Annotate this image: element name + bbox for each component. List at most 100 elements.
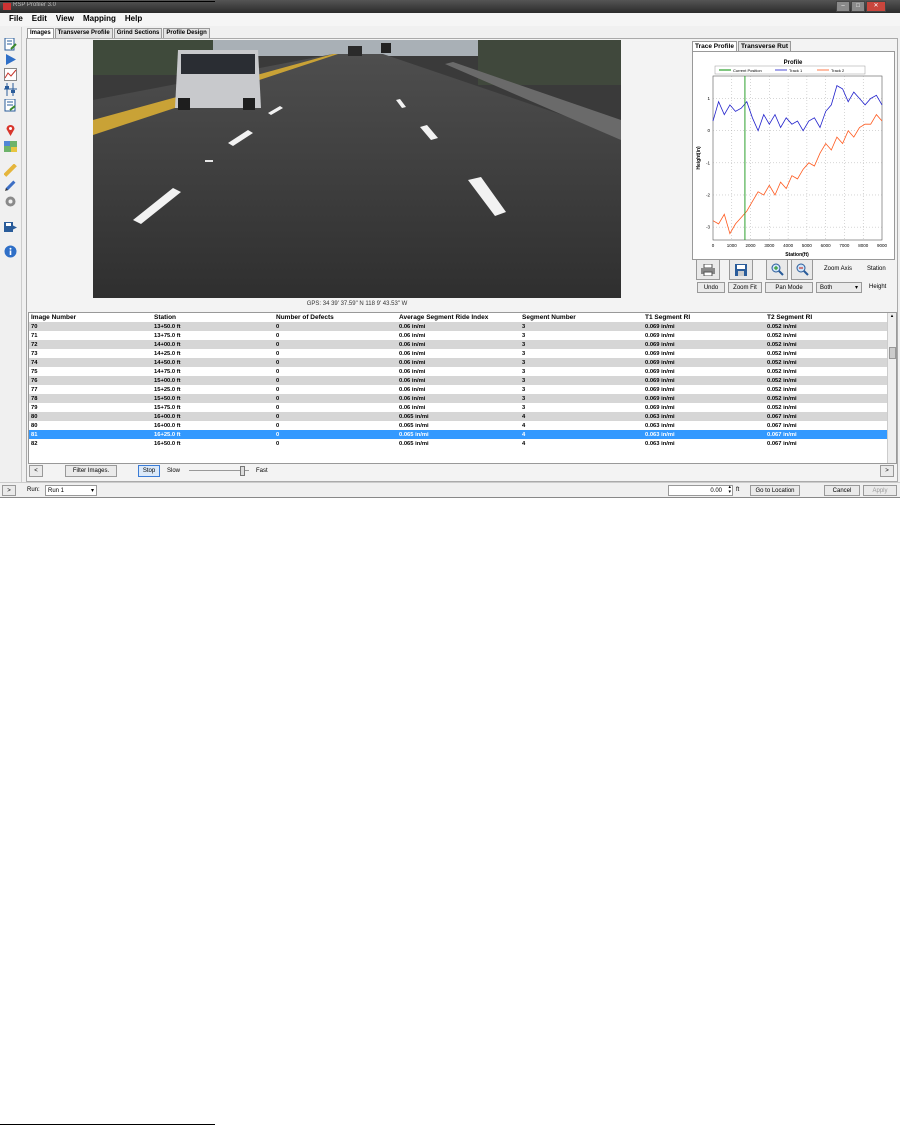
next-button[interactable]: > [880, 465, 894, 477]
cell-t2-segment-ri: 0.052 in/mi [765, 340, 887, 349]
cell-defects: 0 [274, 394, 397, 403]
scroll-up-icon[interactable]: ▴ [888, 313, 896, 320]
table-header-row: Image Number Station Number of Defects A… [29, 313, 887, 322]
tab-transverse-profile[interactable]: Transverse Profile [54, 28, 113, 38]
x-tick-label: 5000 [802, 243, 813, 248]
location-input[interactable]: 0.00 ▴ ▾ [668, 485, 733, 496]
column-header-avg-ride-index[interactable]: Average Segment Ride Index [397, 313, 520, 322]
checklist-icon[interactable] [4, 99, 17, 112]
chart-icon[interactable] [4, 68, 17, 81]
column-header-defects[interactable]: Number of Defects [274, 313, 397, 322]
fast-label: Fast [256, 468, 268, 474]
table-row[interactable]: 72 14+00.0 ft 0 0.06 in/mi 3 0.069 in/mi 0.052… [29, 340, 887, 349]
zoom-in-button[interactable] [766, 259, 788, 280]
cell-station: 16+50.0 ft [152, 439, 274, 448]
menu-mapping[interactable]: Mapping [83, 14, 116, 23]
table-row[interactable]: 80 16+00.0 ft 0 0.065 in/mi 4 0.063 in/mi 0.06… [29, 412, 887, 421]
apply-button[interactable]: Apply [863, 485, 897, 496]
table-row[interactable]: 76 15+00.0 ft 0 0.06 in/mi 3 0.069 in/mi 0.052… [29, 376, 887, 385]
menu-bar: File Edit View Mapping Help [0, 13, 900, 26]
zoom-fit-button[interactable]: Zoom Fit [728, 282, 762, 293]
legend-current-label: Current Position [733, 68, 762, 73]
map-icon[interactable] [4, 140, 17, 153]
cell-segment-number: 3 [520, 385, 643, 394]
cancel-button[interactable]: Cancel [824, 485, 860, 496]
save-button[interactable] [729, 259, 753, 280]
export-icon[interactable] [4, 220, 17, 233]
app-window: RSP Profiler 3.0 – □ ✕ File Edit View Mappi… [0, 0, 900, 498]
image-table: Image Number Station Number of Defects A… [28, 312, 897, 464]
scrollbar-thumb[interactable] [889, 347, 896, 359]
footnote-rule [0, 1124, 215, 1125]
cell-avg-ride-index: 0.06 in/mi [397, 322, 520, 331]
print-button[interactable] [696, 259, 720, 280]
tab-profile-design[interactable]: Profile Design [163, 28, 210, 38]
tab-grind-sections[interactable]: Grind Sections [113, 28, 163, 38]
table-row[interactable]: 75 14+75.0 ft 0 0.06 in/mi 3 0.069 in/mi 0.052… [29, 367, 887, 376]
column-header-segment-number[interactable]: Segment Number [520, 313, 643, 322]
expand-panel-button[interactable]: > [2, 485, 16, 496]
menu-view[interactable]: View [56, 14, 74, 23]
map-pin-icon[interactable] [4, 124, 17, 137]
cell-t1-segment-ri: 0.069 in/mi [643, 376, 765, 385]
table-row[interactable]: 78 15+50.0 ft 0 0.06 in/mi 3 0.069 in/mi 0.052… [29, 394, 887, 403]
cell-t1-segment-ri: 0.063 in/mi [643, 439, 765, 448]
table-row[interactable]: 79 15+75.0 ft 0 0.06 in/mi 3 0.069 in/mi 0.052… [29, 403, 887, 412]
minimize-button[interactable]: – [836, 1, 850, 12]
table-row[interactable]: 71 13+75.0 ft 0 0.06 in/mi 3 0.069 in/mi 0.052… [29, 331, 887, 340]
undo-button[interactable]: Undo [697, 282, 725, 293]
play-icon[interactable] [4, 53, 17, 66]
table-scrollbar[interactable]: ▴ [887, 313, 896, 463]
cell-image-number: 72 [29, 340, 152, 349]
profile-settings-icon[interactable] [4, 83, 17, 96]
cell-t1-segment-ri: 0.069 in/mi [643, 349, 765, 358]
cell-avg-ride-index: 0.065 in/mi [397, 421, 520, 430]
cell-segment-number: 4 [520, 412, 643, 421]
slow-label: Slow [167, 468, 181, 474]
pencil-icon[interactable] [4, 179, 17, 192]
filter-images-button[interactable]: Filter Images. [65, 465, 117, 477]
column-header-image-number[interactable]: Image Number [29, 313, 152, 322]
cell-segment-number: 3 [520, 349, 643, 358]
tab-images[interactable]: Images [27, 28, 54, 38]
speed-slider[interactable] [189, 466, 249, 476]
table-row[interactable]: 73 14+25.0 ft 0 0.06 in/mi 3 0.069 in/mi 0.052… [29, 349, 887, 358]
ruler-icon[interactable] [4, 164, 17, 177]
column-header-station[interactable]: Station [152, 313, 274, 322]
gear-icon[interactable] [4, 195, 17, 208]
cell-station: 14+75.0 ft [152, 367, 274, 376]
go-to-location-button[interactable]: Go to Location [750, 485, 800, 496]
cell-defects: 0 [274, 412, 397, 421]
y-tick-label: -2 [706, 192, 710, 197]
run-select[interactable]: Run 1 ▾ [45, 485, 97, 496]
stop-button[interactable]: Stop [138, 465, 160, 477]
menu-edit[interactable]: Edit [32, 14, 47, 23]
menu-help[interactable]: Help [125, 14, 142, 23]
y-axis-label: Height(in) [696, 146, 702, 170]
zoom-axis-select[interactable]: Both ▾ [816, 282, 862, 293]
table-row[interactable]: 80 16+00.0 ft 0 0.065 in/mi 4 0.063 in/mi 0.06… [29, 421, 887, 430]
cell-station: 16+00.0 ft [152, 421, 274, 430]
cell-t2-segment-ri: 0.052 in/mi [765, 322, 887, 331]
table-row[interactable]: 77 15+25.0 ft 0 0.06 in/mi 3 0.069 in/mi 0.052… [29, 385, 887, 394]
zoom-out-button[interactable] [791, 259, 813, 280]
close-button[interactable]: ✕ [866, 1, 886, 12]
pan-mode-button[interactable]: Pan Mode [765, 282, 813, 293]
speed-slider-thumb[interactable] [240, 466, 246, 476]
table-row[interactable]: 74 14+50.0 ft 0 0.06 in/mi 3 0.069 in/mi 0.052… [29, 358, 887, 367]
bottom-bar: > Run: Run 1 ▾ 0.00 ▴ ▾ ft Go to Location… [0, 482, 900, 497]
cell-defects: 0 [274, 340, 397, 349]
spinner-arrows-icon[interactable]: ▴ ▾ [728, 485, 731, 495]
report-icon[interactable] [4, 38, 17, 51]
profile-chart[interactable]: Profile Current Position Track 1 Track 2… [692, 51, 895, 260]
maximize-button[interactable]: □ [851, 1, 865, 12]
cell-t2-segment-ri: 0.052 in/mi [765, 376, 887, 385]
menu-file[interactable]: File [9, 14, 23, 23]
table-row[interactable]: 70 13+50.0 ft 0 0.06 in/mi 3 0.069 in/mi 0.052… [29, 322, 887, 331]
table-row[interactable]: 81 16+25.0 ft 0 0.065 in/mi 4 0.063 in/mi 0.06… [29, 430, 887, 439]
table-row[interactable]: 82 16+50.0 ft 0 0.065 in/mi 4 0.063 in/mi 0.06… [29, 439, 887, 448]
column-header-t1-segment-ri[interactable]: T1 Segment RI [643, 313, 765, 322]
info-icon[interactable] [4, 245, 17, 258]
column-header-t2-segment-ri[interactable]: T2 Segment RI [765, 313, 887, 322]
previous-button[interactable]: < [29, 465, 43, 477]
